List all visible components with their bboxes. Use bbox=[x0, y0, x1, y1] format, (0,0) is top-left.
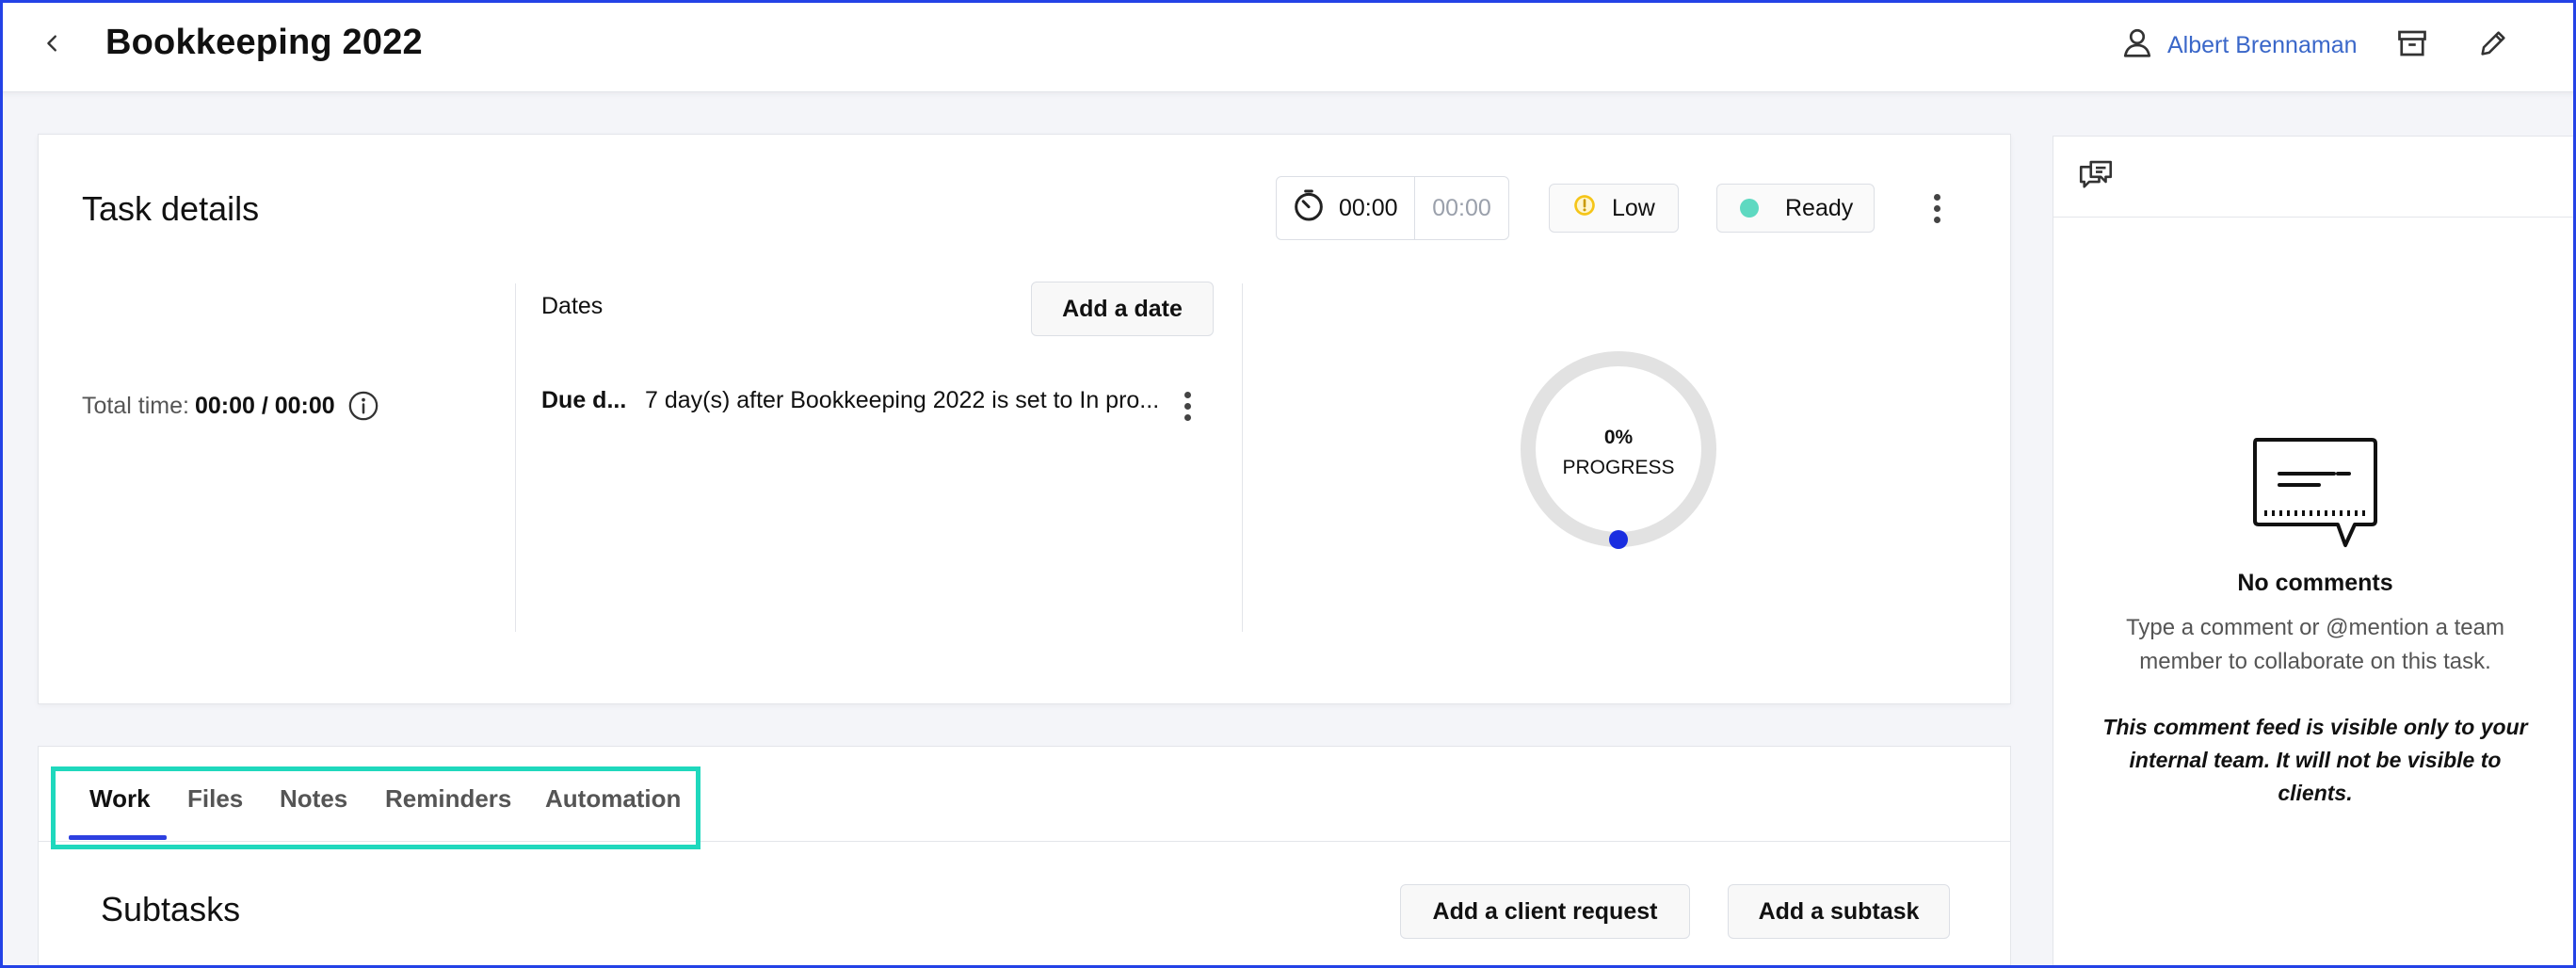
add-subtask-button[interactable]: Add a subtask bbox=[1728, 884, 1950, 939]
progress-value: 0% bbox=[1603, 427, 1634, 448]
task-details-title: Task details bbox=[82, 189, 260, 228]
kebab-icon-dot bbox=[1183, 413, 1191, 421]
kebab-icon-dot bbox=[1933, 216, 1940, 223]
dates-label: Dates bbox=[541, 293, 604, 319]
comments-header bbox=[2053, 137, 2576, 218]
info-icon[interactable] bbox=[346, 389, 380, 423]
progress-label: PROGRESS bbox=[1562, 457, 1675, 478]
column-divider bbox=[515, 283, 516, 632]
no-comments-description: Type a comment or @mention a team member… bbox=[2126, 615, 2504, 674]
status-dot bbox=[1740, 199, 1759, 218]
time-tracker: 00:00 00:00 bbox=[1276, 176, 1509, 240]
start-timer-button[interactable]: 00:00 bbox=[1277, 177, 1415, 239]
column-divider bbox=[1242, 283, 1243, 632]
back-button[interactable] bbox=[32, 24, 73, 66]
tab-files[interactable]: Files bbox=[187, 784, 243, 814]
total-time-label: Total time: bbox=[82, 392, 189, 419]
kebab-icon bbox=[1933, 193, 1940, 201]
archive-button[interactable] bbox=[2391, 24, 2433, 66]
kebab-icon-dot bbox=[1933, 204, 1940, 212]
no-comments-title: No comments bbox=[2237, 570, 2393, 596]
tab-work[interactable]: Work bbox=[89, 784, 151, 814]
add-date-button[interactable]: Add a date bbox=[1031, 282, 1214, 336]
priority-label: Low bbox=[1612, 194, 1655, 221]
tab-reminders[interactable]: Reminders bbox=[385, 784, 511, 814]
assignee-link[interactable]: Albert Brennaman bbox=[2120, 24, 2358, 66]
comments-toggle[interactable] bbox=[2074, 155, 2117, 199]
status-label: Ready bbox=[1785, 194, 1854, 221]
progress-indicator bbox=[1609, 530, 1628, 549]
chevron-left-icon bbox=[42, 33, 63, 58]
task-menu-button[interactable] bbox=[1920, 187, 1954, 229]
pencil-icon bbox=[2477, 27, 2509, 64]
assignee-name[interactable]: Albert Brennaman bbox=[2167, 32, 2358, 59]
active-tab-indicator bbox=[69, 835, 167, 840]
due-date-rule: 7 day(s) after Bookkeeping 2022 is set t… bbox=[645, 387, 1160, 413]
chat-bubbles-icon bbox=[2076, 155, 2116, 200]
user-icon bbox=[2120, 25, 2154, 66]
subtasks-title: Subtasks bbox=[101, 890, 241, 928]
total-time: Total time: 00:00 / 00:00 bbox=[82, 389, 380, 423]
tab-automation[interactable]: Automation bbox=[545, 784, 681, 814]
archive-icon bbox=[2395, 26, 2429, 65]
kebab-icon bbox=[1183, 391, 1191, 398]
estimated-time[interactable]: 00:00 bbox=[1415, 195, 1508, 222]
comment-bubble-icon bbox=[2251, 436, 2379, 556]
total-time-value: 00:00 / 00:00 bbox=[194, 392, 335, 419]
status-badge[interactable]: Ready bbox=[1716, 184, 1875, 233]
page-title: Bookkeeping 2022 bbox=[105, 23, 423, 62]
due-date-label: Due d... bbox=[541, 387, 627, 413]
progress-track bbox=[1521, 351, 1716, 547]
stopwatch-icon bbox=[1290, 186, 1328, 231]
priority-badge[interactable]: Low bbox=[1549, 184, 1679, 233]
edit-button[interactable] bbox=[2472, 24, 2514, 66]
comments-panel: No comments Type a comment or @mention a… bbox=[2053, 136, 2576, 968]
warning-icon bbox=[1572, 193, 1597, 224]
due-date-row: Due d... 7 day(s) after Bookkeeping 2022… bbox=[541, 387, 1163, 414]
kebab-icon-dot bbox=[1183, 402, 1191, 410]
due-date-menu-button[interactable] bbox=[1170, 385, 1204, 427]
page-header: Bookkeeping 2022 Albert Brennaman bbox=[0, 0, 2576, 92]
tabs-divider bbox=[39, 841, 2010, 842]
add-client-request-button[interactable]: Add a client request bbox=[1400, 884, 1690, 939]
elapsed-time: 00:00 bbox=[1339, 194, 1398, 221]
task-details-card: Task details 00:00 00:00 Low Ready Total… bbox=[38, 134, 2011, 704]
tab-notes[interactable]: Notes bbox=[280, 784, 347, 814]
visibility-note: This comment feed is visible only to you… bbox=[2102, 715, 2528, 805]
progress-ring: 0% PROGRESS bbox=[1517, 347, 1720, 551]
work-card: Work Files Notes Reminders Automation Su… bbox=[38, 746, 2011, 968]
